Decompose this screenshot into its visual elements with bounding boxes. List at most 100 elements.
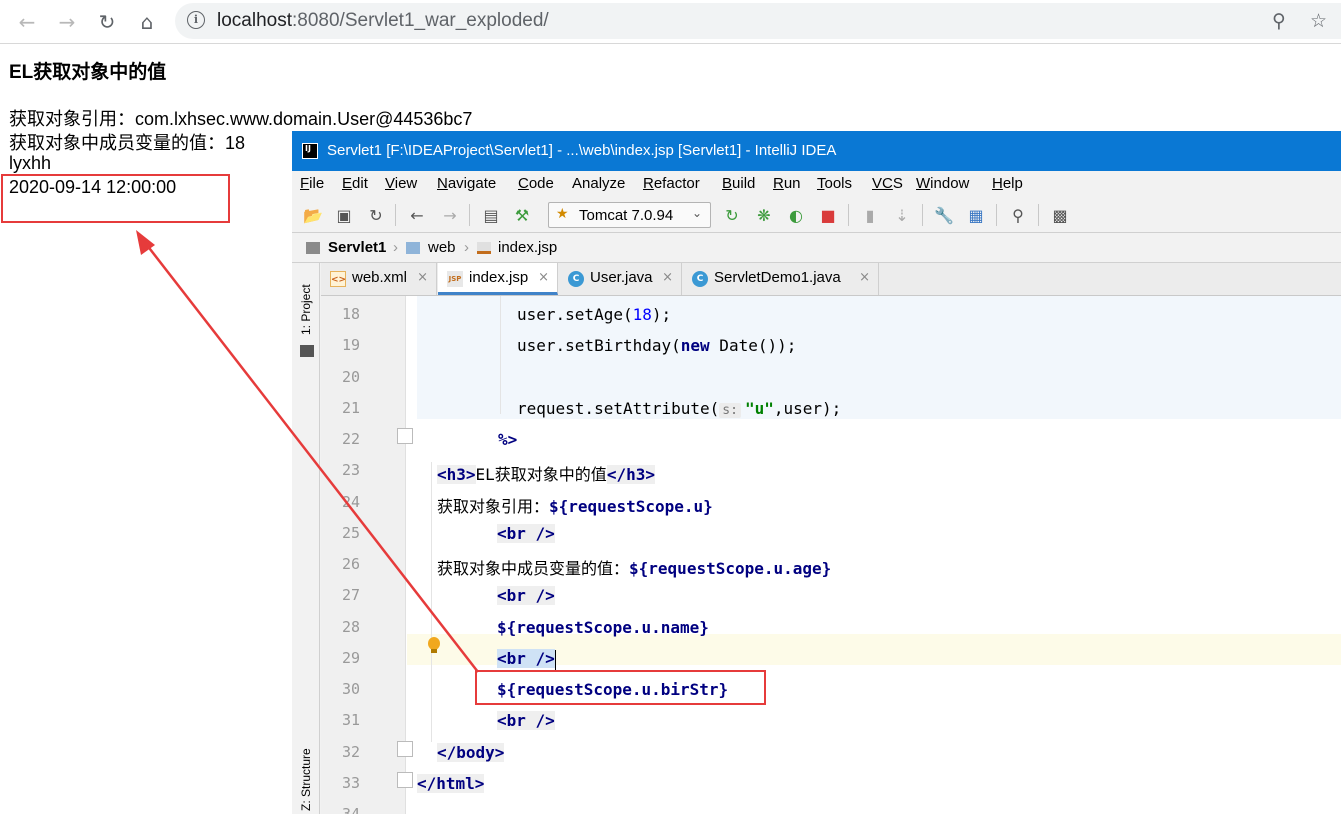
stop-icon[interactable]: ■ (818, 205, 838, 225)
debug-bug-icon[interactable]: ❋ (754, 205, 774, 225)
close-icon[interactable]: × (859, 270, 870, 285)
breadcrumb-separator-icon: › (393, 239, 398, 256)
java-class-icon: C (568, 271, 584, 287)
menu-help[interactable]: Help (992, 175, 1023, 192)
breadcrumb-project[interactable]: Servlet1 (328, 239, 386, 256)
update-icon[interactable]: ▮ (860, 205, 880, 225)
menu-refactor[interactable]: Refactor (643, 175, 700, 192)
menu-file[interactable]: File (300, 175, 324, 192)
line-number: 29 (341, 649, 361, 667)
run-configuration-select[interactable]: ★ Tomcat 7.0.94 ⌄ (548, 202, 711, 228)
close-icon[interactable]: × (538, 270, 549, 285)
fold-marker-icon[interactable] (397, 741, 413, 757)
fold-marker-icon[interactable] (397, 428, 413, 444)
line-number: 23 (341, 461, 361, 479)
tab-label: web.xml (352, 269, 408, 286)
line-number: 33 (341, 774, 361, 792)
search-icon[interactable]: ⚲ (1008, 205, 1028, 225)
toolbar-divider (395, 204, 396, 226)
back-arrow-icon[interactable]: ← (407, 205, 427, 225)
run-configuration-label: Tomcat 7.0.94 (579, 207, 674, 224)
line-number: 22 (341, 430, 361, 448)
forward-icon[interactable]: → (51, 6, 83, 38)
tab-user-java[interactable]: C User.java × (559, 263, 682, 295)
ide-toolbar: 📂 ▣ ↻ ← → ▤ ⚒ ★ Tomcat 7.0.94 ⌄ ↻ ❋ ◐ ■ … (292, 197, 1341, 233)
url-text[interactable]: localhost:8080/Servlet1_war_exploded/ (217, 10, 549, 32)
close-icon[interactable]: × (662, 270, 673, 285)
code-line-27: <br /> (497, 586, 555, 605)
menu-navigate[interactable]: Navigate (437, 175, 496, 192)
intellij-logo-icon: IJ (302, 143, 318, 159)
code-highlight-box (475, 670, 766, 705)
code-line-25: <br /> (497, 524, 555, 543)
save-icon[interactable]: ▣ (334, 205, 354, 225)
code-line-29: <br /> (497, 649, 556, 670)
code-line-19: user.setBirthday(new Date()); (517, 336, 797, 355)
star-icon[interactable]: ☆ (1310, 10, 1327, 32)
menu-edit[interactable]: Edit (342, 175, 368, 192)
breadcrumb-file[interactable]: index.jsp (498, 239, 557, 256)
open-folder-icon[interactable]: 📂 (303, 205, 323, 225)
editor-gutter: 18 19 20 21 22 23 24 25 26 27 28 29 30 3… (321, 296, 406, 814)
tab-web-xml[interactable]: <> web.xml × (321, 263, 437, 295)
code-line-22: %> (498, 430, 518, 449)
code-line-26: 获取对象中成员变量的值：${requestScope.u.age} (437, 559, 832, 578)
tab-label: User.java (590, 269, 653, 286)
menu-code[interactable]: Code (518, 175, 554, 192)
project-structure-icon[interactable]: ▦ (966, 205, 986, 225)
lightbulb-base (431, 649, 437, 653)
tab-label: index.jsp (469, 269, 529, 286)
ide-menu-bar: File Edit View Navigate Code Analyze Ref… (292, 171, 1341, 197)
sync-icon[interactable]: ↻ (366, 205, 386, 225)
terminal-icon[interactable]: ▤ (481, 205, 501, 225)
back-icon[interactable]: ← (11, 6, 43, 38)
reload-icon[interactable]: ↻ (91, 6, 123, 38)
tab-servletdemo1-java[interactable]: C ServletDemo1.java × (683, 263, 879, 295)
structure-tool-tab[interactable]: Z: Structure (299, 748, 313, 811)
line-number: 30 (341, 680, 361, 698)
code-editor[interactable]: 18 19 20 21 22 23 24 25 26 27 28 29 30 3… (321, 296, 1341, 814)
zoom-icon[interactable]: ⚲ (1272, 10, 1286, 32)
menu-view[interactable]: View (385, 175, 417, 192)
line-number: 34 (341, 805, 361, 814)
text-caret (554, 649, 556, 670)
chevron-down-icon: ⌄ (691, 206, 702, 220)
home-icon[interactable]: ⌂ (131, 6, 163, 38)
indent-guide (500, 296, 501, 414)
coverage-icon[interactable]: ◐ (786, 205, 806, 225)
menu-build[interactable]: Build (722, 175, 755, 192)
tab-index-jsp[interactable]: JSP index.jsp × (438, 263, 558, 295)
menu-analyze[interactable]: Analyze (572, 175, 625, 192)
arrow-head (136, 230, 155, 255)
code-line-32: </body> (437, 743, 505, 762)
menu-window[interactable]: Window (916, 175, 969, 192)
fold-marker-icon[interactable] (397, 772, 413, 788)
line-number: 18 (341, 305, 361, 323)
line-number: 25 (341, 524, 361, 542)
menu-vcs[interactable]: VCS (872, 175, 903, 192)
breadcrumb-separator-icon: › (464, 239, 469, 256)
line-number: 24 (341, 493, 361, 511)
editor-tabs: <> web.xml × JSP index.jsp × C User.java… (321, 263, 1341, 296)
menu-tools[interactable]: Tools (817, 175, 852, 192)
breadcrumb-web[interactable]: web (428, 239, 456, 256)
line-number: 21 (341, 399, 361, 417)
menu-run[interactable]: Run (773, 175, 801, 192)
info-icon[interactable]: i (187, 11, 205, 29)
address-bar[interactable]: i localhost:8080/Servlet1_war_exploded/ … (175, 3, 1341, 39)
commit-icon[interactable]: ⇣ (892, 205, 912, 225)
vcs-operations-icon[interactable]: ▩ (1050, 205, 1070, 225)
parameter-hint: s: (719, 403, 741, 418)
project-tool-tab[interactable]: 1: Project (299, 284, 313, 335)
close-icon[interactable]: × (417, 270, 428, 285)
forward-arrow-icon[interactable]: → (440, 205, 460, 225)
settings-wrench-icon[interactable]: 🔧 (934, 205, 954, 225)
browser-toolbar: ← → ↻ ⌂ i localhost:8080/Servlet1_war_ex… (0, 0, 1341, 44)
project-folder-icon (306, 242, 320, 254)
tomcat-icon: ★ (556, 206, 569, 222)
build-hammer-icon[interactable]: ⚒ (512, 205, 532, 225)
project-tool-icon[interactable] (300, 345, 314, 357)
rerun-icon[interactable]: ↻ (722, 205, 742, 225)
line-number: 19 (341, 336, 361, 354)
object-ref-line: 获取对象引用：com.lxhsec.www.domain.User@44536b… (9, 109, 473, 129)
